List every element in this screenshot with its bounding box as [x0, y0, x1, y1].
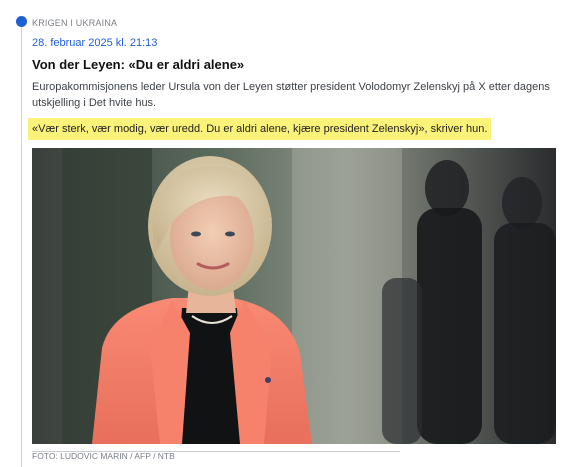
- entry-lead-text: Europakommisjonens leder Ursula von der …: [32, 81, 550, 109]
- photo-illustration: [32, 148, 556, 444]
- article-photo[interactable]: [32, 148, 556, 444]
- entry-divider: [32, 451, 400, 452]
- live-blog-entry: KRIGEN I UKRAINA 28. februar 2025 kl. 21…: [0, 0, 573, 467]
- timeline-line: [21, 24, 22, 467]
- category-label[interactable]: KRIGEN I UKRAINA: [32, 16, 560, 30]
- quote-block: «Vær sterk, vær modig, vær uredd. Du er …: [28, 118, 560, 140]
- timeline-dot-icon: [16, 16, 27, 27]
- entry-timestamp: 28. februar 2025 kl. 21:13: [32, 37, 158, 49]
- highlighted-quote: «Vær sterk, vær modig, vær uredd. Du er …: [28, 118, 492, 140]
- entry-content: KRIGEN I UKRAINA 28. februar 2025 kl. 21…: [28, 14, 560, 462]
- entry-headline: Von der Leyen: «Du er aldri alene»: [32, 57, 245, 72]
